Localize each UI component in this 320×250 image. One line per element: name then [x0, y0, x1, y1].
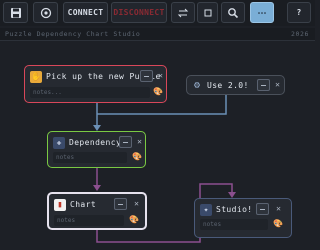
node-title: Studio! — [216, 205, 253, 214]
move-cross-icon: ✚ — [53, 137, 65, 149]
node-header: ✦ Studio! ✕ — [198, 202, 288, 218]
minimize-button[interactable] — [140, 70, 153, 82]
close-icon[interactable]: ✕ — [156, 70, 165, 82]
palette-icon[interactable]: 🎨 — [129, 215, 139, 225]
minimize-button[interactable] — [256, 203, 269, 215]
node-title: Chart — [70, 200, 97, 209]
node-studio[interactable]: ✦ Studio! ✕ notes 🎨 — [194, 198, 292, 238]
notes-field[interactable]: notes — [200, 219, 268, 230]
palette-icon[interactable]: 🎨 — [153, 87, 163, 97]
node-chart[interactable]: ▮ Chart ✕ notes 🎨 — [47, 192, 147, 230]
close-icon[interactable]: ✕ — [273, 79, 282, 91]
arrow-head-chart — [93, 185, 101, 191]
node-dependency[interactable]: ✚ Dependency ✕ notes 🎨 — [47, 131, 146, 168]
close-icon[interactable]: ✕ — [135, 136, 144, 148]
node-header: ▮ Chart ✕ — [52, 197, 142, 213]
close-icon[interactable]: ✕ — [132, 198, 141, 210]
close-icon[interactable]: ✕ — [274, 203, 283, 215]
node-title: Use 2.0! — [207, 81, 249, 90]
node-title: Dependency — [69, 138, 122, 147]
sparkle-icon: ✦ — [200, 204, 212, 216]
bar-chart-icon: ▮ — [54, 199, 66, 211]
node-use-2[interactable]: ⚙ Use 2.0! ✕ — [186, 75, 285, 95]
notes-field[interactable]: notes... — [30, 87, 150, 98]
node-header: ✋ Pick up the new Puzzle ✕ — [28, 69, 163, 85]
palette-icon[interactable]: 🎨 — [132, 152, 142, 162]
minimize-button[interactable] — [114, 198, 127, 210]
notes-field[interactable]: notes — [54, 215, 124, 226]
palette-icon[interactable]: 🎨 — [273, 219, 283, 229]
hand-icon: ✋ — [30, 71, 42, 83]
node-pick-up-puzzle[interactable]: ✋ Pick up the new Puzzle ✕ notes... 🎨 — [24, 65, 167, 103]
notes-field[interactable]: notes — [53, 152, 127, 163]
node-header: ⚙ Use 2.0! ✕ — [189, 78, 282, 94]
gear-icon: ⚙ — [193, 80, 201, 91]
minimize-button[interactable] — [119, 136, 132, 148]
node-header: ✚ Dependency ✕ — [51, 135, 142, 151]
minimize-button[interactable] — [257, 79, 270, 91]
